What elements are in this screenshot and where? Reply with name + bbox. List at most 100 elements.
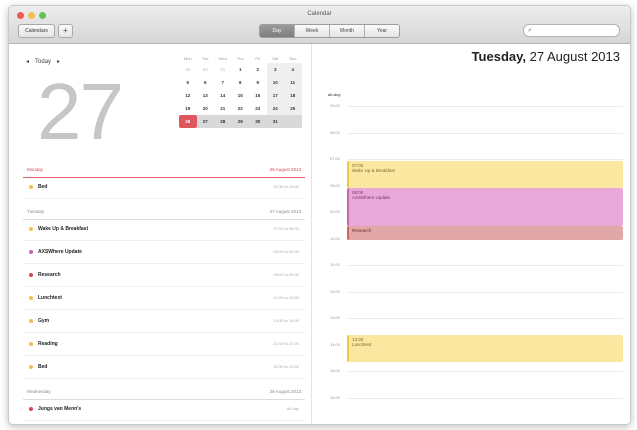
hour-gridline — [348, 106, 623, 107]
day-section-date: 26 August 2013 — [269, 167, 301, 172]
tab-day[interactable]: Day — [260, 25, 295, 37]
calendars-button[interactable]: Calendars — [18, 24, 55, 38]
mini-calendar-day[interactable]: 26 — [179, 115, 197, 128]
event-list-item[interactable]: Jungs van Menn's All-day — [23, 399, 305, 421]
mini-calendar-day[interactable]: 13 — [197, 89, 215, 102]
add-event-button[interactable]: + — [58, 24, 73, 38]
mini-calendar-day[interactable]: 31 — [266, 115, 284, 128]
all-day-label: all-day — [328, 92, 341, 97]
mini-calendar-day[interactable]: 11 — [284, 76, 302, 89]
previous-day-button[interactable]: ◂ — [26, 58, 29, 65]
day-view-panel: Tuesday, 27 August 2013 all-day 05:00 06:… — [312, 44, 630, 424]
calendar-window: Calendar Calendars + Day Week Month Year… — [8, 5, 631, 425]
mini-weekday-label: Thu — [236, 56, 244, 61]
mini-calendar-day[interactable]: 30 — [197, 63, 215, 76]
mini-weekday-label: Sun — [289, 56, 297, 61]
mini-calendar-day[interactable]: 10 — [266, 76, 284, 89]
event-list-item[interactable]: Bed 22:30 to 23:00 — [23, 177, 305, 199]
today-button[interactable]: Today — [35, 59, 51, 65]
mini-calendar-day[interactable]: 28 — [214, 115, 232, 128]
mini-calendar-day[interactable]: 23 — [249, 102, 267, 115]
mini-calendar-day[interactable]: 9 — [249, 76, 267, 89]
day-section-weekday: Wednesday — [27, 389, 51, 394]
mini-calendar-day[interactable]: 18 — [284, 89, 302, 102]
mini-calendar-day[interactable]: 5 — [179, 76, 197, 89]
mini-calendar-day[interactable]: 20 — [197, 102, 215, 115]
mini-calendar-day — [284, 115, 302, 128]
calendar-color-dot — [29, 250, 33, 254]
mini-weekday-label: Tue — [201, 56, 209, 61]
event-time: 13:30 to 15:00 — [273, 318, 299, 323]
mini-calendar-day[interactable]: 25 — [284, 102, 302, 115]
mini-calendar-day[interactable]: 3 — [266, 63, 284, 76]
window-title: Calendar — [307, 11, 332, 17]
hour-gridline — [348, 265, 623, 266]
tab-year[interactable]: Year — [365, 25, 399, 37]
mini-calendar-day[interactable]: 15 — [232, 89, 250, 102]
hour-label: 13:00 — [330, 315, 341, 320]
mini-calendar-day[interactable]: 16 — [249, 89, 267, 102]
hour-label: 07:00 — [330, 156, 341, 161]
event-title: Bed — [38, 364, 48, 370]
event-list-item[interactable]: AXSWhere Update 08:00 to 09:00 — [23, 242, 305, 264]
event-title: Research — [38, 272, 61, 278]
hour-gridline — [348, 397, 623, 399]
mini-calendar-day[interactable]: 14 — [214, 89, 232, 102]
mini-calendar-day[interactable]: 31 — [214, 63, 232, 76]
event-list-item[interactable]: Reading 21:00 to 22:00 — [23, 334, 305, 356]
day-section-weekday: Monday — [27, 167, 44, 172]
mini-calendar-day[interactable]: 6 — [197, 76, 215, 89]
calendar-color-dot — [29, 296, 33, 300]
event-list-item[interactable]: Gym 13:30 to 15:00 — [23, 311, 305, 333]
mini-calendar-day[interactable]: 8 — [232, 76, 250, 89]
event-title: Jungs van Menn's — [38, 406, 82, 412]
event-list-item[interactable]: Wake Up & Breakfast 07:00 to 08:00 — [23, 219, 305, 241]
timeline-event[interactable]: 07:00 Wake Up & Breakfast — [347, 161, 623, 188]
tab-week[interactable]: Week — [295, 25, 330, 37]
mini-weekday-label: Sat — [272, 56, 279, 61]
event-list-item[interactable]: Bed 22:30 to 23:00 — [23, 357, 305, 379]
day-section-header: Tuesday 27 August 2013 — [23, 206, 305, 220]
mini-calendar-day[interactable]: 17 — [266, 89, 284, 102]
search-input[interactable]: ⌕ — [523, 24, 620, 37]
mini-calendar-day[interactable]: 22 — [232, 102, 250, 115]
mini-calendar-day[interactable]: 12 — [179, 89, 197, 102]
mini-calendar-day[interactable]: 2 — [249, 63, 267, 76]
mini-calendar-day[interactable]: 27 — [196, 115, 214, 128]
event-time: 12:00 to 13:00 — [273, 295, 299, 300]
calendar-color-dot — [29, 185, 33, 189]
next-day-button[interactable]: ▸ — [57, 58, 60, 65]
event-list-item[interactable]: Lunchtext 12:00 to 13:00 — [23, 288, 305, 310]
day-section-header: Wednesday 28 August 2013 — [23, 386, 305, 400]
event-list-item[interactable]: Research 09:00 to 09:30 — [23, 265, 305, 287]
calendar-color-dot — [29, 365, 33, 369]
hour-gridline — [348, 371, 623, 372]
mini-calendar-day[interactable]: 21 — [214, 102, 232, 115]
mini-calendar-day[interactable]: 24 — [266, 102, 284, 115]
calendar-color-dot — [29, 273, 33, 277]
title-bar: Calendar Calendars + Day Week Month Year… — [9, 6, 630, 44]
hour-gridline — [348, 132, 623, 134]
mini-calendar-day[interactable]: 29 — [179, 63, 197, 76]
hour-label: 05:00 — [330, 103, 341, 108]
mini-calendar-day[interactable]: 29 — [231, 115, 249, 128]
mini-weekday-label: Mon — [183, 56, 192, 61]
mini-calendar-day[interactable]: 19 — [179, 102, 197, 115]
mini-calendar-day[interactable]: 7 — [214, 76, 232, 89]
mini-weekday-label: Fri — [255, 56, 261, 61]
timeline-event[interactable]: 13:30 Lunchtext — [347, 335, 623, 362]
timeline-event[interactable]: Research — [347, 226, 623, 240]
timeline-event[interactable]: 08:00 AXSWhere Update — [347, 188, 623, 226]
day-view-date: 27 August 2013 — [529, 49, 620, 64]
mini-calendar-day[interactable]: 30 — [249, 115, 267, 128]
tab-month[interactable]: Month — [330, 25, 365, 37]
mini-calendar-day[interactable]: 1 — [232, 63, 250, 76]
hour-gridline — [348, 159, 623, 160]
mini-calendar-day[interactable]: 4 — [284, 63, 302, 76]
big-day-number: 27 — [37, 67, 124, 156]
hour-label: 06:00 — [330, 129, 341, 135]
mini-calendar: Mon Tue Wed Thu Fri Sat Sun 29 30 31 1 2 3 4 5 6 7 8 9 10 1… — [179, 56, 303, 128]
timeline-event-title: Research — [352, 228, 372, 233]
day-section-weekday: Tuesday — [27, 209, 45, 214]
timeline-event-title: Wake Up & Breakfast — [352, 168, 395, 173]
